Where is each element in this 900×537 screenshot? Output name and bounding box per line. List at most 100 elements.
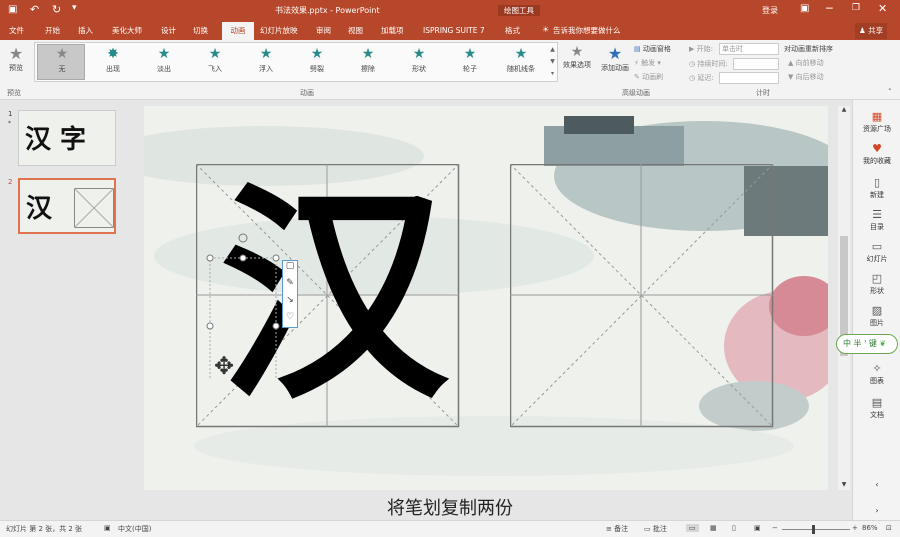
anim-float-in[interactable]: ★ 浮入 (241, 44, 291, 80)
caption-text: 将笔划复制两份 (387, 498, 513, 519)
add-animation-button[interactable]: ★ 添加动画 (598, 44, 632, 73)
picture-button[interactable]: ▨ 图片 (853, 304, 900, 328)
zoom-level[interactable]: 86% (862, 524, 878, 532)
duration-input[interactable] (733, 58, 779, 70)
tab-slideshow[interactable]: 幻灯片放映 (260, 22, 298, 40)
animation-painter-button[interactable]: ✎ 动画刷 (634, 72, 663, 82)
start-select[interactable]: 单击时 (719, 43, 779, 55)
delay-input[interactable] (719, 72, 779, 84)
tab-review[interactable]: 审阅 (316, 22, 331, 40)
slideshow-icon[interactable]: ▣ (754, 524, 761, 532)
shape-button[interactable]: ◰ 形状 (853, 272, 900, 296)
anim-label: 飞入 (208, 65, 222, 73)
move-earlier-label: 向前移动 (795, 59, 824, 67)
tab-transitions[interactable]: 切换 (193, 22, 208, 40)
slide-button[interactable]: ▭ 幻灯片 (853, 240, 900, 264)
anim-wipe[interactable]: ★ 擦除 (343, 44, 393, 80)
star-icon: ★ (208, 46, 222, 62)
share-button[interactable]: ♟ 共享 (855, 23, 888, 39)
tab-insert[interactable]: 插入 (78, 22, 93, 40)
tab-home[interactable]: 开始 (45, 22, 60, 40)
anim-appear[interactable]: ✸ 出现 (88, 44, 138, 80)
close-icon[interactable]: ✕ (878, 2, 887, 15)
tab-file[interactable]: 文件 (9, 22, 24, 40)
status-bar: 幻灯片 第 2 张，共 2 张 ▣ 中文(中国) ≡ 备注 ▭ 批注 ▭ ▦ ▯… (0, 520, 900, 537)
fit-slide-icon[interactable]: ⊡ (886, 524, 892, 532)
collapse-ribbon-icon[interactable]: ˄ (888, 88, 892, 96)
chart-button[interactable]: ✧ 图表 (853, 362, 900, 386)
crop-icon[interactable]: ↘ (283, 295, 297, 312)
tab-ispring[interactable]: ISPRING SUITE 7 (423, 22, 485, 40)
tab-design[interactable]: 设计 (161, 22, 176, 40)
effect-options-button[interactable]: ★ 效果选项 (560, 44, 594, 70)
slide-sorter-icon[interactable]: ▦ (710, 524, 717, 532)
group-label-timing: 计时 (756, 89, 770, 97)
star-icon: ★ (463, 46, 477, 62)
preview-label: 预览 (9, 64, 23, 72)
move-earlier-button[interactable]: ▲ 向前移动 (788, 58, 824, 68)
notes-button[interactable]: ≡ 备注 (606, 524, 628, 534)
anim-random-bars[interactable]: ★ 随机线条 (496, 44, 546, 80)
drawing-tools-label: 绘图工具 (498, 5, 540, 16)
vertical-scrollbar[interactable]: ▲ ▼ (838, 106, 850, 490)
zoom-in-icon[interactable]: + (852, 524, 858, 532)
pane-nav-next[interactable]: › (853, 506, 900, 515)
toc-button[interactable]: ☰ 目录 (853, 208, 900, 232)
ribbon-display-icon[interactable]: ▣ (800, 3, 809, 14)
new-button[interactable]: ▯ 新建 (853, 176, 900, 200)
scroll-down-icon[interactable]: ▼ (838, 481, 850, 488)
save-icon[interactable]: ▣ (8, 4, 17, 15)
tell-me-box[interactable]: 告诉我你想要做什么 (553, 22, 621, 40)
zoom-slider-thumb[interactable] (812, 525, 815, 534)
zoom-slider[interactable] (782, 525, 850, 534)
tab-addins[interactable]: 加载项 (381, 22, 404, 40)
restore-icon[interactable]: ❐ (852, 3, 860, 13)
preview-button[interactable]: ★ 预览 (4, 44, 28, 73)
normal-view-icon[interactable]: ▭ (686, 524, 699, 532)
redo-icon[interactable]: ↻ (52, 3, 61, 16)
resource-plaza-button[interactable]: ▦ 资源广场 (853, 110, 900, 134)
scroll-up-icon[interactable]: ▲ (838, 106, 850, 113)
pane-nav[interactable]: ‹ (853, 480, 900, 489)
anim-fly-in[interactable]: ★ 飞入 (190, 44, 240, 80)
animation-pane-button[interactable]: ▤ 动画窗格 (634, 44, 671, 54)
slide-canvas[interactable]: 汉 ▢ ✎ ↘ ♡ ✥ (144, 106, 828, 490)
spellcheck-icon[interactable]: ▣ (104, 524, 111, 532)
zoom-out-icon[interactable]: − (772, 524, 778, 532)
slide-thumbnail-1[interactable]: 汉 字 (18, 110, 116, 166)
comment-icon: ▭ (644, 525, 651, 533)
login-link[interactable]: 登录 (762, 5, 778, 16)
undo-icon[interactable]: ↶ (30, 3, 39, 16)
tab-animations[interactable]: 动画 (222, 22, 254, 40)
star-icon: ★ (157, 46, 171, 62)
anim-fade[interactable]: ★ 淡出 (139, 44, 189, 80)
star-preview-icon: ★ (8, 44, 24, 63)
comments-button[interactable]: ▭ 批注 (644, 524, 667, 534)
anim-none[interactable]: ★ 无 (37, 44, 87, 80)
tab-format[interactable]: 格式 (505, 22, 520, 40)
gallery-scroll[interactable]: ▲ ▼ ▾ (548, 44, 557, 80)
group-label-preview: 预览 (7, 89, 21, 97)
anim-split[interactable]: ★ 劈裂 (292, 44, 342, 80)
anim-wheel[interactable]: ★ 轮子 (445, 44, 495, 80)
anim-shape[interactable]: ★ 形状 (394, 44, 444, 80)
tab-view[interactable]: 视图 (348, 22, 363, 40)
ime-toolbar[interactable]: 中 半 ' 键 ❦ (836, 334, 898, 354)
reading-view-icon[interactable]: ▯ (732, 524, 736, 532)
layout-options-icon[interactable]: ▢ (283, 261, 297, 278)
tab-beautify[interactable]: 美化大师 (112, 22, 142, 40)
customize-icon[interactable]: ▾ (72, 3, 77, 13)
style-icon[interactable]: ✎ (283, 278, 297, 295)
my-favorites-button[interactable]: ♥ 我的收藏 (853, 142, 900, 166)
language[interactable]: 中文(中国) (118, 524, 151, 534)
slide-label: 幻灯片 (866, 255, 888, 263)
move-later-button[interactable]: ▼ 向后移动 (788, 72, 824, 82)
document-button[interactable]: ▤ 文档 (853, 396, 900, 420)
heart-icon[interactable]: ♡ (283, 312, 297, 329)
trigger-button[interactable]: ⚡ 触发 ▾ (634, 58, 661, 68)
minimize-icon[interactable]: ─ (826, 2, 833, 15)
star-effect-icon: ★ (570, 44, 584, 60)
arrow-down-icon: ▼ (788, 73, 794, 81)
slide-thumbnail-2[interactable]: 汉 (18, 178, 116, 234)
star-icon: ★ (412, 46, 426, 62)
